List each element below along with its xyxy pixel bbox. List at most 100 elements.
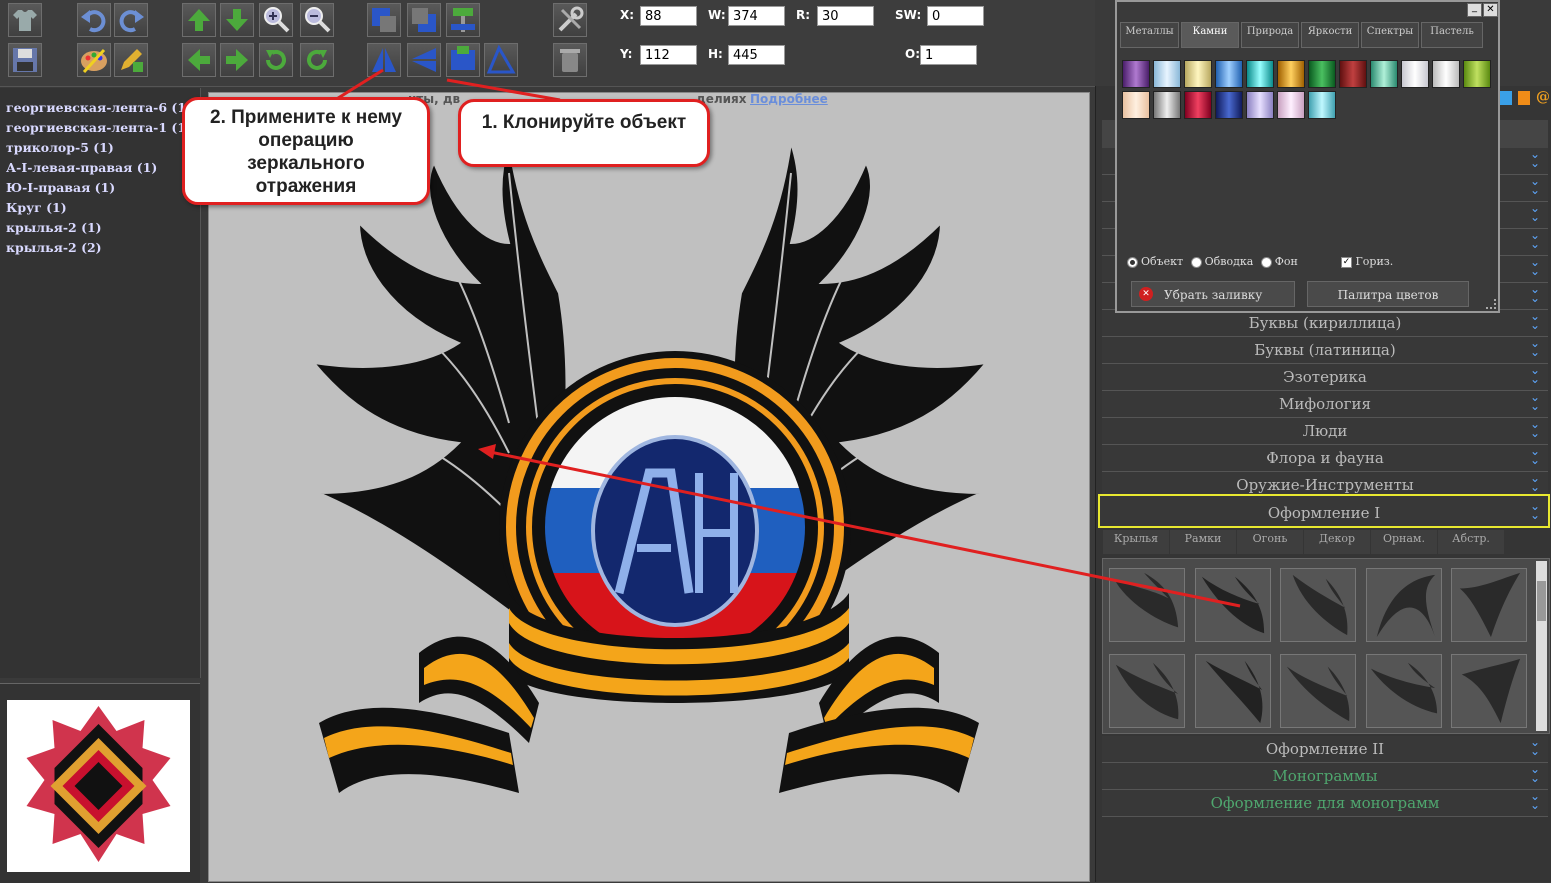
color-tab-spectra[interactable]: Спектры bbox=[1361, 22, 1419, 48]
color-swatch[interactable] bbox=[1153, 91, 1181, 119]
wing-thumbnail[interactable] bbox=[1366, 568, 1442, 642]
social-icon[interactable] bbox=[1500, 91, 1512, 105]
subtab-decor[interactable]: Декор bbox=[1304, 530, 1370, 554]
color-tab-metals[interactable]: Металлы bbox=[1120, 22, 1179, 48]
color-swatch[interactable] bbox=[1246, 60, 1274, 88]
sw-input[interactable]: 0 bbox=[927, 6, 984, 26]
tshirt-icon[interactable] bbox=[8, 3, 42, 37]
wing-thumbnail[interactable] bbox=[1280, 568, 1356, 642]
color-swatch[interactable] bbox=[1215, 91, 1243, 119]
color-swatch[interactable] bbox=[1308, 91, 1336, 119]
wing-thumbnail[interactable] bbox=[1366, 654, 1442, 728]
color-swatch[interactable] bbox=[1215, 60, 1243, 88]
radio-background[interactable]: Фон bbox=[1260, 255, 1298, 268]
category-design-1-selected[interactable]: Оформление I ⌄ ⌄ bbox=[1098, 494, 1550, 528]
category-flora-fauna[interactable]: Флора и фауна ⌄ ⌄ bbox=[1102, 445, 1548, 472]
layer-item[interactable]: георгиевская-лента-6 (1) bbox=[0, 98, 200, 118]
redo-icon[interactable] bbox=[114, 3, 148, 37]
wing-emblem-artwork[interactable] bbox=[209, 93, 1089, 881]
color-swatch[interactable] bbox=[1153, 60, 1181, 88]
category-design-2[interactable]: Оформление II ⌄ ⌄ bbox=[1102, 736, 1548, 763]
tools-icon[interactable] bbox=[553, 3, 587, 37]
color-swatch[interactable] bbox=[1401, 60, 1429, 88]
h-input[interactable]: 445 bbox=[728, 45, 785, 65]
layer-item[interactable]: георгиевская-лента-1 (1) bbox=[0, 118, 200, 138]
zoom-in-icon[interactable] bbox=[259, 3, 293, 37]
category-monogram-design[interactable]: Оформление для монограмм ⌄ ⌄ bbox=[1102, 790, 1548, 817]
trash-icon[interactable] bbox=[553, 43, 587, 77]
opacity-input[interactable]: 1 bbox=[920, 45, 977, 65]
wing-thumbnail[interactable] bbox=[1195, 568, 1271, 642]
layer-item[interactable]: А-I-левая-правая (1) bbox=[0, 158, 200, 178]
r-input[interactable]: 30 bbox=[817, 6, 874, 26]
send-back-icon[interactable] bbox=[407, 3, 441, 37]
category-people[interactable]: Люди ⌄ ⌄ bbox=[1102, 418, 1548, 445]
category-esoterics[interactable]: Эзотерика ⌄ ⌄ bbox=[1102, 364, 1548, 391]
clone-icon[interactable] bbox=[446, 43, 480, 77]
color-swatch[interactable] bbox=[1370, 60, 1398, 88]
layer-item[interactable]: Круг (1) bbox=[0, 198, 200, 218]
color-swatch[interactable] bbox=[1184, 60, 1212, 88]
wing-thumbnail[interactable] bbox=[1451, 654, 1527, 728]
odnoklassniki-icon[interactable] bbox=[1518, 91, 1530, 105]
flip-vertical-icon[interactable] bbox=[407, 43, 441, 77]
horizontal-checkbox[interactable]: ✓ Гориз. bbox=[1341, 255, 1393, 268]
more-link[interactable]: Подробнее bbox=[750, 92, 828, 106]
w-input[interactable]: 374 bbox=[728, 6, 785, 26]
resize-handle[interactable] bbox=[1486, 299, 1496, 309]
wing-thumbnail[interactable] bbox=[1109, 654, 1185, 728]
mail-icon[interactable]: @ bbox=[1536, 89, 1550, 105]
color-swatch[interactable] bbox=[1463, 60, 1491, 88]
align-icon[interactable] bbox=[446, 3, 480, 37]
color-swatch[interactable] bbox=[1246, 91, 1274, 119]
rotate-cw-icon[interactable] bbox=[300, 43, 334, 77]
layer-item[interactable]: крылья-2 (2) bbox=[0, 238, 200, 258]
subtab-wings[interactable]: Крылья bbox=[1103, 530, 1169, 554]
wing-thumbnail[interactable] bbox=[1451, 568, 1527, 642]
color-swatch[interactable] bbox=[1184, 91, 1212, 119]
wing-thumbnail[interactable] bbox=[1109, 568, 1185, 642]
color-swatch[interactable] bbox=[1277, 60, 1305, 88]
color-tab-stones[interactable]: Камни bbox=[1181, 22, 1239, 48]
layer-item[interactable]: триколор-5 (1) bbox=[0, 138, 200, 158]
subtab-frames[interactable]: Рамки bbox=[1170, 530, 1236, 554]
move-left-icon[interactable] bbox=[182, 43, 216, 77]
remove-fill-button[interactable]: ✕ Убрать заливку bbox=[1131, 281, 1295, 307]
radio-stroke[interactable]: Обводка bbox=[1190, 255, 1253, 268]
subtab-abstract[interactable]: Абстр. bbox=[1438, 530, 1504, 554]
wing-thumbnail[interactable] bbox=[1280, 654, 1356, 728]
rotate-ccw-icon[interactable] bbox=[259, 43, 293, 77]
design-canvas[interactable] bbox=[208, 92, 1090, 882]
subtab-fire[interactable]: Огонь bbox=[1237, 530, 1303, 554]
bring-front-icon[interactable] bbox=[367, 3, 401, 37]
close-icon[interactable]: ✕ bbox=[1483, 3, 1498, 17]
category-monograms[interactable]: Монограммы ⌄ ⌄ bbox=[1102, 763, 1548, 790]
zoom-out-icon[interactable] bbox=[300, 3, 334, 37]
color-swatch[interactable] bbox=[1432, 60, 1460, 88]
ornament-preview-image[interactable] bbox=[7, 700, 190, 872]
move-right-icon[interactable] bbox=[220, 43, 254, 77]
y-input[interactable]: 112 bbox=[640, 45, 697, 65]
edit-icon[interactable] bbox=[114, 43, 148, 77]
subtab-ornament[interactable]: Орнам. bbox=[1371, 530, 1437, 554]
x-input[interactable]: 88 bbox=[640, 6, 697, 26]
layer-item[interactable]: крылья-2 (1) bbox=[0, 218, 200, 238]
category-mythology[interactable]: Мифология ⌄ ⌄ bbox=[1102, 391, 1548, 418]
color-swatch[interactable] bbox=[1122, 60, 1150, 88]
flip-horizontal-icon[interactable] bbox=[367, 43, 401, 77]
color-swatch[interactable] bbox=[1122, 91, 1150, 119]
save-icon[interactable] bbox=[8, 43, 42, 77]
skew-icon[interactable] bbox=[484, 43, 518, 77]
color-tab-brightness[interactable]: Яркости bbox=[1301, 22, 1359, 48]
color-tab-nature[interactable]: Природа bbox=[1241, 22, 1299, 48]
gallery-scrollbar[interactable] bbox=[1536, 561, 1547, 731]
color-swatch[interactable] bbox=[1277, 91, 1305, 119]
layer-item[interactable]: Ю-I-правая (1) bbox=[0, 178, 200, 198]
radio-object[interactable]: Объект bbox=[1127, 255, 1183, 268]
minimize-icon[interactable]: _ bbox=[1467, 3, 1482, 17]
wing-thumbnail[interactable] bbox=[1195, 654, 1271, 728]
undo-icon[interactable] bbox=[77, 3, 111, 37]
color-palette-button[interactable]: Палитра цветов bbox=[1307, 281, 1469, 307]
category-cyrillic-letters[interactable]: Буквы (кириллица) ⌄ ⌄ bbox=[1102, 310, 1548, 337]
move-up-icon[interactable] bbox=[182, 3, 216, 37]
